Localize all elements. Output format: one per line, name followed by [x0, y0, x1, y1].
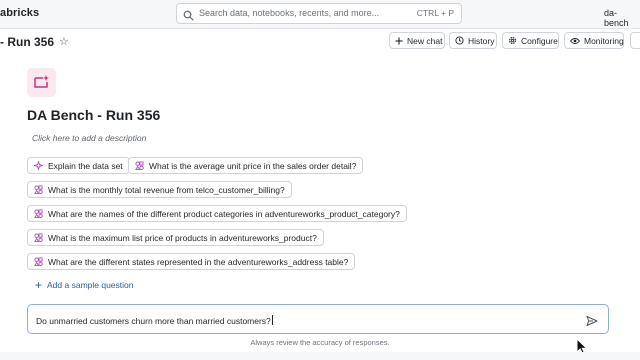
add-sample-question-label: Add a sample question — [47, 280, 134, 290]
brand-name[interactable]: abricks — [0, 7, 39, 19]
chip-label: Explain the data set — [48, 160, 123, 171]
favorite-star-icon[interactable]: ☆ — [59, 35, 69, 48]
monitoring-label: Monitoring — [584, 35, 624, 46]
shapes-icon — [135, 161, 144, 170]
history-icon — [455, 36, 464, 45]
history-label: History — [468, 35, 495, 46]
search-shortcut-hint: CTRL + P — [416, 8, 454, 18]
more-options-button[interactable] — [630, 32, 640, 49]
send-icon — [586, 316, 598, 326]
shapes-icon — [34, 209, 43, 218]
chip-label: What is the average unit price in the sa… — [149, 160, 357, 171]
eye-icon — [570, 37, 580, 45]
search-placeholder: Search data, notebooks, recents, and mor… — [199, 8, 380, 18]
configure-button[interactable]: Configure — [502, 32, 559, 49]
history-button[interactable]: History — [449, 32, 497, 49]
add-sample-question-button[interactable]: + Add a sample question — [35, 277, 134, 292]
plus-icon — [395, 37, 403, 45]
chat-input[interactable]: Do unmarried customers churn more than m… — [27, 304, 609, 334]
new-chat-button[interactable]: New chat — [389, 32, 445, 49]
workspace-switcher[interactable]: da-bench — [604, 8, 640, 28]
gear-icon — [508, 36, 517, 45]
space-title: DA Bench - Run 356 — [27, 107, 161, 123]
bottom-bar — [0, 352, 640, 360]
sample-question-chip[interactable]: What is the monthly total revenue from t… — [27, 181, 292, 198]
page-title: - Run 356 — [0, 35, 55, 49]
shapes-icon — [34, 233, 43, 242]
description-placeholder[interactable]: Click here to add a description — [32, 133, 146, 143]
text-caret — [271, 315, 273, 325]
shapes-icon — [34, 257, 43, 266]
send-button[interactable] — [586, 314, 598, 332]
chip-label: What is the monthly total revenue from t… — [48, 184, 285, 195]
shapes-icon — [34, 185, 43, 194]
sparkle-icon — [34, 161, 43, 170]
global-search-input[interactable]: Search data, notebooks, recents, and mor… — [176, 3, 462, 24]
genie-space-logo — [27, 68, 56, 97]
search-icon — [183, 8, 194, 26]
sample-question-chip[interactable]: What is the maximum list price of produc… — [27, 229, 324, 246]
sample-question-chip[interactable]: What are the names of the different prod… — [27, 205, 407, 222]
chip-label: What is the maximum list price of produc… — [48, 232, 317, 243]
accuracy-disclaimer: Always review the accuracy of responses. — [250, 338, 390, 347]
chip-label: What are the names of the different prod… — [48, 208, 400, 219]
chip-label: What are the different states represente… — [48, 256, 349, 267]
monitoring-button[interactable]: Monitoring — [564, 32, 624, 49]
configure-label: Configure — [521, 35, 558, 46]
chat-sparkle-icon — [34, 75, 49, 88]
plus-icon: + — [35, 277, 43, 292]
chat-input-value: Do unmarried customers churn more than m… — [36, 316, 271, 326]
sample-question-chip[interactable]: What are the different states represente… — [27, 253, 356, 270]
new-chat-label: New chat — [407, 35, 443, 46]
chat-input-text[interactable]: Do unmarried customers churn more than m… — [36, 315, 273, 326]
top-bar: abricks Search data, notebooks, recents,… — [0, 0, 640, 29]
sample-question-chip[interactable]: Explain the data set — [27, 157, 130, 174]
sample-question-chip[interactable]: What is the average unit price in the sa… — [128, 157, 364, 174]
